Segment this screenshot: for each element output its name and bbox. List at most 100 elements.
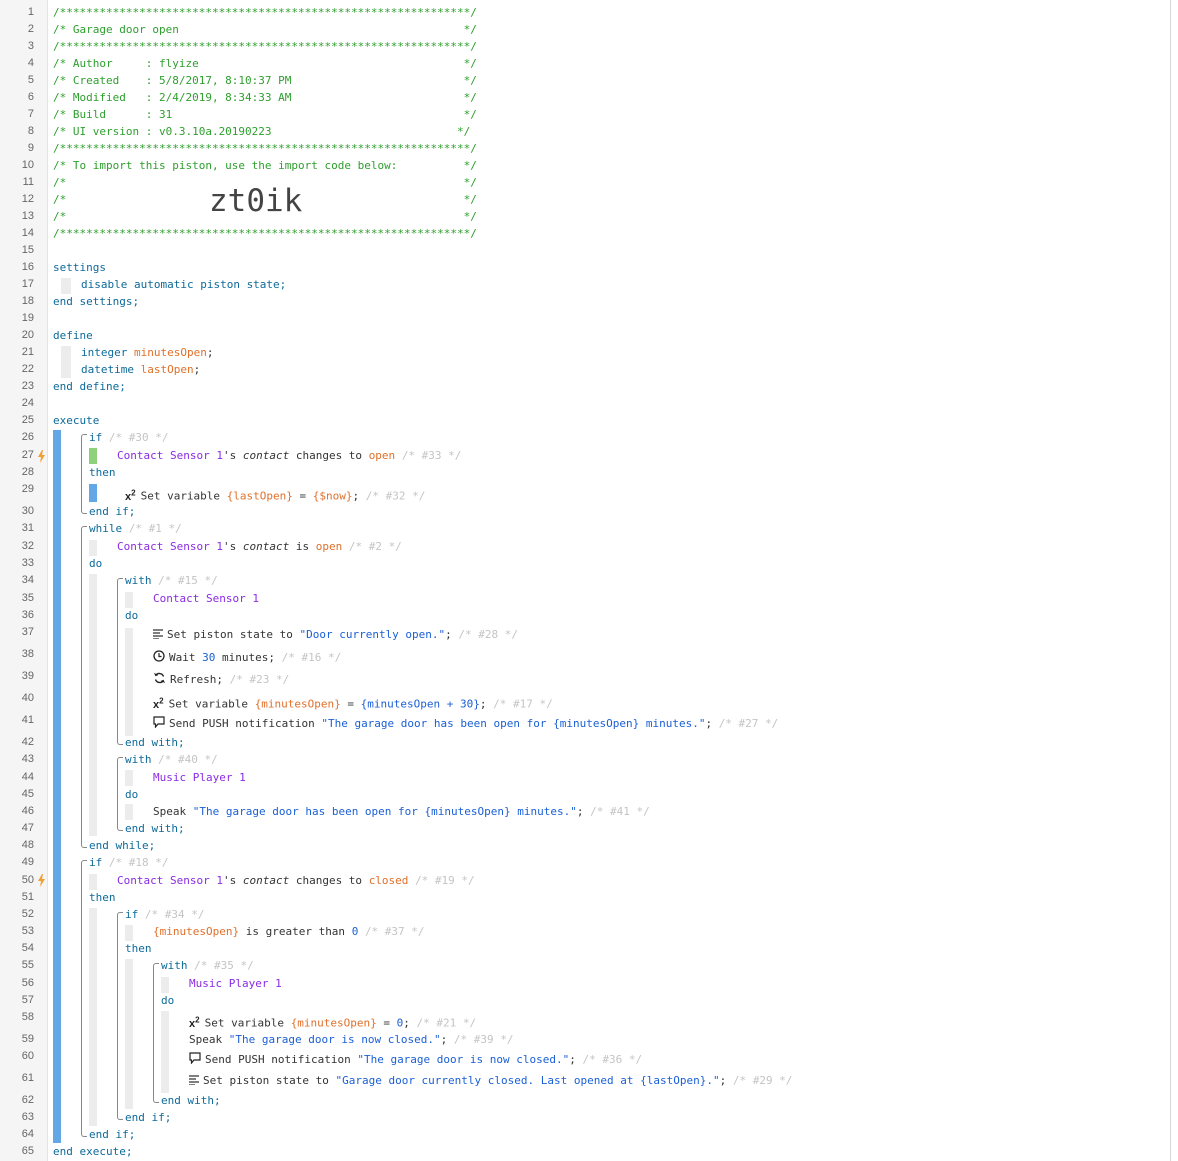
while-condition[interactable]: Contact Sensor 1's contact is open /* #2… [117, 540, 402, 554]
with-block-bracket [117, 757, 123, 831]
with-device[interactable]: Music Player 1 [189, 977, 282, 991]
trigger-condition[interactable]: Contact Sensor 1's contact changes to cl… [117, 874, 475, 888]
statement-id: /* #32 */ [365, 489, 426, 503]
header-border: /***************************************… [53, 40, 477, 53]
indent-guide [61, 346, 71, 378]
line-number: 10 [21, 159, 34, 171]
while-block-bracket [81, 526, 87, 848]
statement-id: /* #17 */ [493, 697, 553, 711]
with-device[interactable]: Music Player 1 [153, 771, 246, 785]
line-number: 46 [21, 805, 34, 817]
wait-amount: 30 [202, 651, 216, 664]
statement-id: /* #1 */ [128, 522, 182, 535]
line-number: 26 [21, 431, 34, 443]
line-number: 15 [21, 244, 34, 256]
header-border: /***************************************… [53, 6, 477, 19]
line-number: 14 [21, 227, 34, 239]
indent-guide [89, 908, 97, 1126]
text-align-icon [153, 629, 163, 639]
define-keyword: define [53, 329, 93, 342]
line-number: 62 [21, 1094, 34, 1106]
semicolon: ; [403, 1016, 410, 1030]
set-piston-state-task[interactable]: Set piston state to "Door currently open… [153, 628, 518, 642]
with-statement[interactable]: with /* #40 */ [125, 753, 218, 767]
speak-task[interactable]: Speak "The garage door is now closed."; … [189, 1033, 514, 1047]
if-statement[interactable]: if /* #34 */ [125, 908, 204, 922]
semicolon: ; [440, 1033, 448, 1046]
semicolon: ; [705, 717, 713, 730]
header-author: /* Author : flyize */ [53, 57, 477, 70]
if-keyword: if [125, 908, 139, 921]
line-number: 64 [21, 1128, 34, 1140]
line-number: 2 [27, 23, 34, 35]
line-number: 49 [21, 856, 34, 868]
type-datetime: datetime [81, 363, 134, 376]
line-number: 27 [21, 449, 34, 461]
statement-id: /* #28 */ [458, 628, 519, 641]
set-piston-state-task[interactable]: Set piston state to "Garage door current… [189, 1074, 792, 1088]
variable-x2-icon: x2 [189, 1015, 200, 1030]
statement-id: /* #37 */ [364, 925, 425, 938]
speak-task[interactable]: Speak "The garage door has been open for… [153, 805, 650, 819]
with-device[interactable]: Contact Sensor 1 [153, 592, 259, 606]
statement-id: /* #34 */ [144, 908, 205, 921]
with-statement[interactable]: with /* #15 */ [125, 574, 218, 588]
while-statement[interactable]: while /* #1 */ [89, 522, 182, 536]
import-code[interactable]: zt0ik [209, 183, 302, 219]
variable-declaration[interactable]: integer minutesOpen; [81, 346, 213, 360]
send-push-task[interactable]: Send PUSH notification "The garage door … [189, 1052, 642, 1067]
statement-id: /* #35 */ [194, 959, 254, 972]
statement-id: /* #18 */ [108, 856, 169, 869]
indent-guide [125, 592, 133, 608]
line-number: 20 [21, 329, 34, 341]
variable-declaration[interactable]: datetime lastOpen; [81, 363, 200, 377]
set-variable-task[interactable]: x2 Set variable {minutesOpen} = {minutesO… [153, 694, 553, 712]
state-string: "Garage door currently closed. Last open… [335, 1074, 720, 1087]
header-ui-version: /* UI version : v0.3.10a.20190223 */ [53, 125, 471, 138]
line-number: 48 [21, 839, 34, 851]
trigger-condition[interactable]: Contact Sensor 1's contact changes to op… [117, 449, 461, 463]
statement-id: /* #30 */ [108, 431, 169, 444]
comparison-condition[interactable]: {minutesOpen} is greater than 0 /* #37 *… [153, 925, 425, 939]
if-statement[interactable]: if /* #30 */ [89, 431, 168, 445]
line-number: 42 [21, 736, 34, 748]
wait-unit: minutes; [222, 651, 275, 664]
header-build: /* Build : 31 */ [53, 108, 477, 121]
type-integer: integer [81, 346, 128, 359]
set-variable-task[interactable]: x2 Set variable {lastOpen} = {$now}; /* #… [125, 486, 425, 504]
line-number: 8 [27, 125, 34, 137]
equals: = [383, 1016, 391, 1030]
line-number: 31 [21, 522, 34, 534]
do-keyword: do [161, 994, 175, 1007]
statement-id: /* #33 */ [401, 449, 462, 462]
statement-executed-marker [89, 484, 97, 502]
line-number: 57 [21, 994, 34, 1006]
wait-task[interactable]: Wait 30 minutes; /* #16 */ [153, 650, 341, 665]
variable-ref: {minutesOpen} [254, 697, 341, 711]
line-number: 22 [21, 363, 34, 375]
header-modified: /* Modified : 2/4/2019, 8:34:33 AM */ [53, 91, 477, 104]
clock-icon [153, 650, 165, 662]
setting-disable-state[interactable]: disable automatic piston state; [81, 278, 286, 292]
variable-ref: {minutesOpen} [153, 925, 240, 938]
header-import-note: /* To import this piston, use the import… [53, 159, 477, 172]
send-push-task[interactable]: Send PUSH notification "The garage door … [153, 716, 778, 731]
statement-id: /* #16 */ [281, 651, 342, 664]
end-with-keyword: end with; [125, 822, 185, 835]
task-label: Refresh; [170, 673, 223, 686]
set-variable-task[interactable]: x2 Set variable {minutesOpen} = 0; /* #21… [189, 1013, 476, 1031]
line-number: 33 [21, 557, 34, 569]
end-settings-keyword: end settings; [53, 295, 140, 308]
end-define-keyword: end define; [53, 380, 126, 393]
line-number: 58 [21, 1011, 34, 1023]
if-keyword: if [89, 431, 103, 444]
refresh-task[interactable]: Refresh; /* #23 */ [153, 672, 289, 687]
header-created: /* Created : 5/8/2017, 8:10:37 PM */ [53, 74, 477, 87]
device-name: Contact Sensor 1 [117, 874, 223, 887]
line-number: 41 [21, 714, 34, 726]
statement-id: /* #41 */ [590, 805, 650, 818]
with-statement[interactable]: with /* #35 */ [161, 959, 254, 973]
if-statement[interactable]: if /* #18 */ [89, 856, 168, 870]
indent-guide [89, 874, 97, 890]
statement-id: /* #39 */ [453, 1033, 514, 1046]
